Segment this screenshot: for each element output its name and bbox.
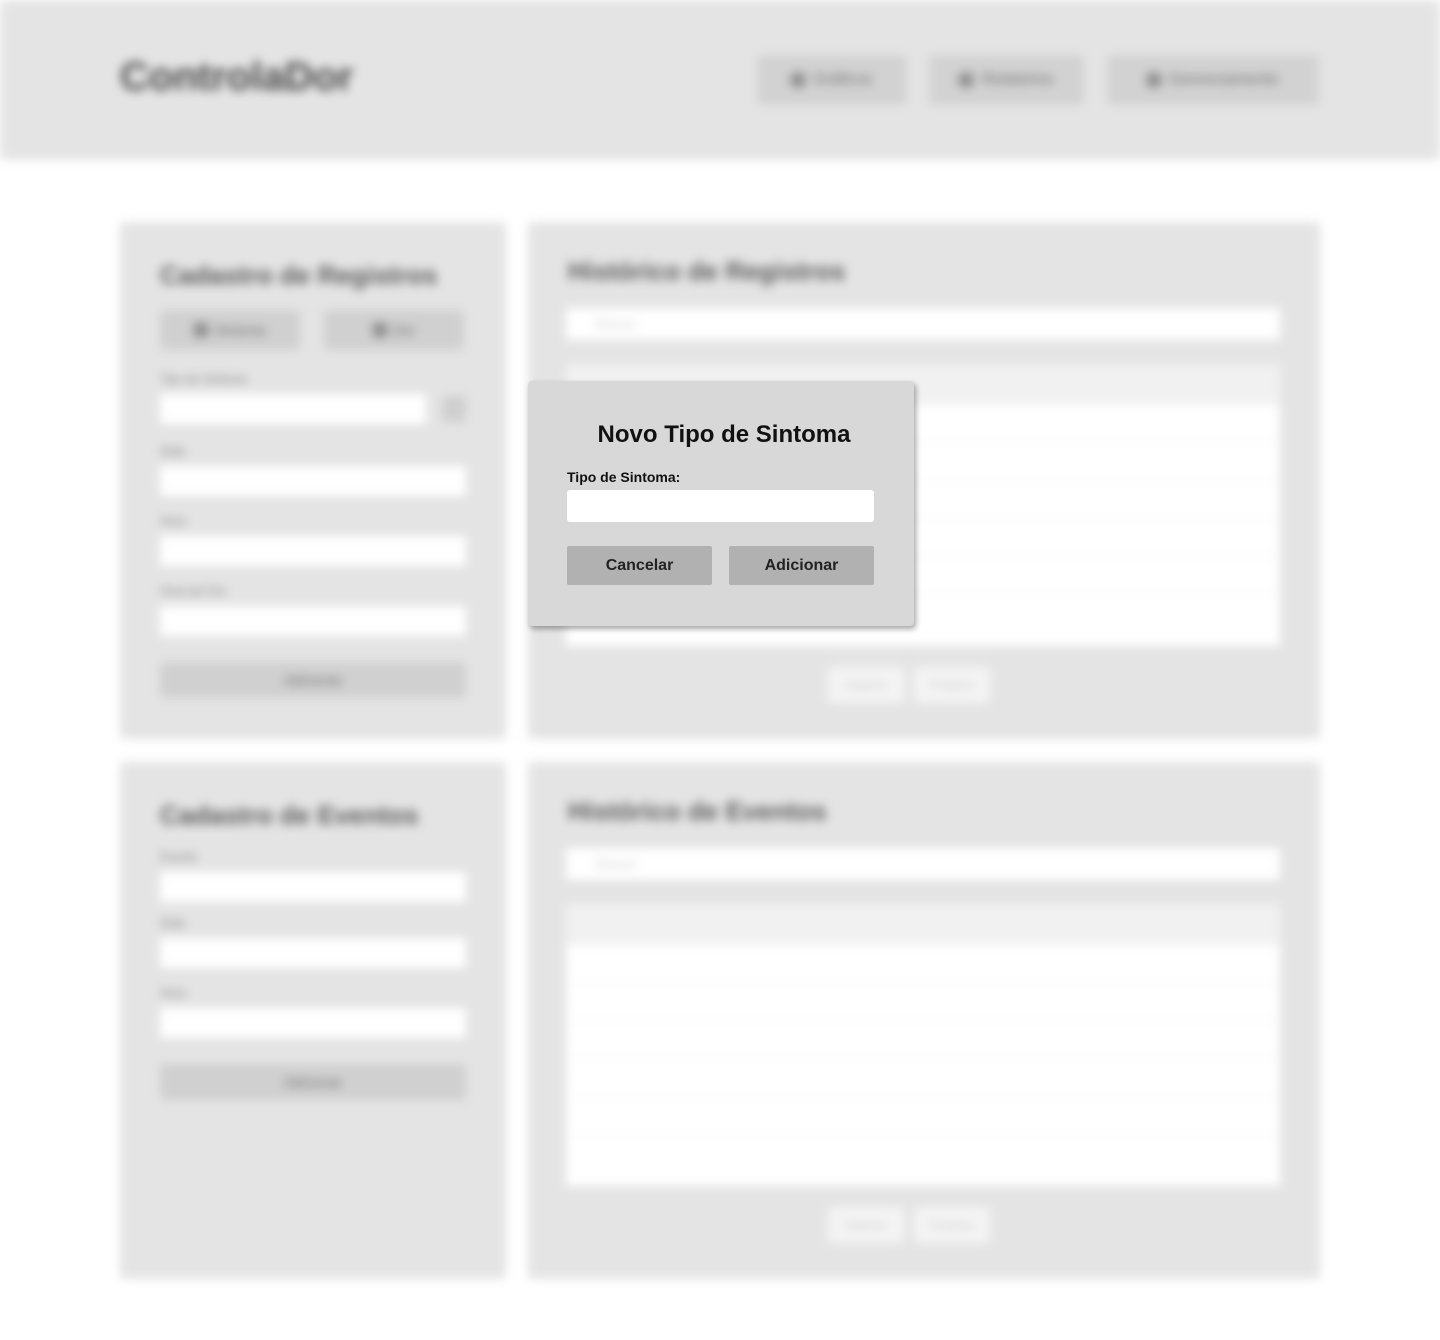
eventos-adicionar-button[interactable]: Adicionar (160, 1064, 466, 1100)
add-tipo-sintoma-button[interactable] (442, 396, 466, 422)
document-icon (959, 73, 974, 87)
registros-search-input[interactable]: Buscar (566, 308, 1280, 340)
tipo-sintoma-select[interactable] (160, 394, 426, 424)
cancel-button[interactable]: Cancelar (567, 546, 712, 585)
tipo-sintoma-label: Tipo de Sintoma (160, 372, 247, 386)
table-row (566, 944, 1280, 982)
nav-graficos-button[interactable]: Gráficos (757, 55, 907, 105)
table-row (566, 1134, 1280, 1172)
eventos-table (566, 904, 1280, 1186)
registros-form-title: Cadastro de Registros (160, 260, 438, 290)
eventos-proximo-button[interactable]: Próximo (914, 1207, 990, 1243)
eventos-search-input[interactable]: Buscar (566, 848, 1280, 880)
table-header (566, 904, 1280, 944)
tipo-sintoma-field-label: Tipo de Sintoma: (567, 469, 681, 485)
data-label: Data (160, 444, 186, 458)
table-row (566, 1058, 1280, 1096)
eventos-history-title: Histórico de Eventos (568, 796, 827, 826)
tab-dor[interactable]: Dor (324, 310, 464, 350)
tab-sintoma[interactable]: Sintoma (160, 310, 300, 350)
pain-icon (372, 323, 387, 337)
app-background: ControlaDor Gráficos Relatórios Gerencia… (0, 0, 1440, 1340)
nav-graficos-label: Gráficos (813, 71, 873, 88)
eventos-form-card: Cadastro de Eventos Evento Data Hora Adi… (120, 762, 506, 1279)
table-row (566, 1096, 1280, 1134)
modal-title: Novo Tipo de Sintoma (597, 421, 851, 448)
evento-hora-input[interactable] (160, 1008, 466, 1038)
nav-relatorios-label: Relatórios (981, 71, 1054, 88)
registros-form-card: Cadastro de Registros Sintoma Dor Tipo d… (120, 222, 506, 739)
eventos-pager: Anterior Próximo (828, 1207, 990, 1243)
nav-gerenciamento-button[interactable]: Gerenciamento (1107, 55, 1319, 105)
hora-input[interactable] (160, 536, 466, 566)
eventos-form-title: Cadastro de Eventos (160, 800, 419, 830)
settings-icon (1147, 73, 1162, 87)
evento-input[interactable] (160, 872, 466, 902)
evento-data-input[interactable] (160, 938, 466, 968)
nav-relatorios-button[interactable]: Relatórios (929, 55, 1084, 105)
registros-anterior-button[interactable]: Anterior (828, 667, 904, 703)
registros-proximo-button[interactable]: Próximo (914, 667, 990, 703)
eventos-anterior-button[interactable]: Anterior (828, 1207, 904, 1243)
evento-hora-label: Hora (160, 986, 187, 1000)
table-row (566, 1020, 1280, 1058)
symptom-icon (194, 323, 209, 337)
eventos-history-card: Histórico de Eventos Buscar Anterior Pró… (528, 762, 1320, 1279)
top-header: ControlaDor Gráficos Relatórios Gerencia… (0, 0, 1440, 160)
data-input[interactable] (160, 466, 466, 496)
nav-gerenciamento-label: Gerenciamento (1169, 71, 1279, 88)
hora-label: Hora (160, 514, 187, 528)
chart-icon (791, 73, 806, 87)
hora-fim-input[interactable] (160, 606, 466, 636)
table-row (566, 982, 1280, 1020)
novo-tipo-sintoma-modal: Novo Tipo de Sintoma Tipo de Sintoma: Ca… (528, 381, 914, 626)
evento-data-label: Data (160, 916, 186, 930)
tab-sintoma-label: Sintoma (214, 322, 266, 338)
tipo-sintoma-input[interactable] (567, 490, 874, 522)
add-button[interactable]: Adicionar (729, 546, 874, 585)
registros-history-title: Histórico de Registros (568, 256, 846, 286)
evento-label: Evento (160, 850, 198, 864)
brand-logo-text: ControlaDor (120, 55, 354, 99)
registros-adicionar-button[interactable]: Adicionar (160, 662, 466, 698)
tab-dor-label: Dor (392, 322, 416, 338)
registros-pager: Anterior Próximo (828, 667, 990, 703)
hora-fim-label: Hora de Fim (160, 584, 227, 598)
